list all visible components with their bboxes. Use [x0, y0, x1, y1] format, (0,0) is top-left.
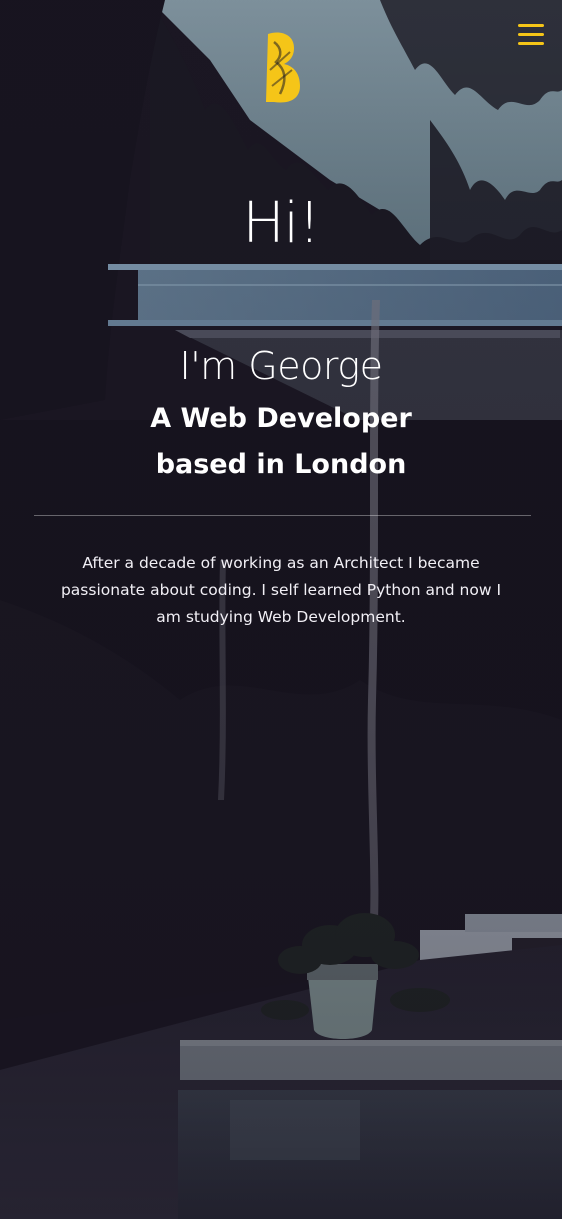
hero-bio: After a decade of working as an Architec…	[60, 554, 502, 626]
menu-line	[518, 24, 544, 27]
menu-line	[518, 42, 544, 45]
brand-logo-icon[interactable]	[262, 30, 304, 106]
menu-line	[518, 33, 544, 36]
hero-name: I'm George	[179, 344, 383, 388]
divider	[34, 515, 531, 516]
hero-greeting: Hi!	[242, 191, 320, 256]
hero-role-line-1: A Web Developer	[150, 403, 412, 434]
hero-role: A Web Developer based in London	[0, 396, 562, 488]
hamburger-menu-icon[interactable]	[518, 22, 546, 48]
hero-role-line-2: based in London	[155, 449, 407, 480]
